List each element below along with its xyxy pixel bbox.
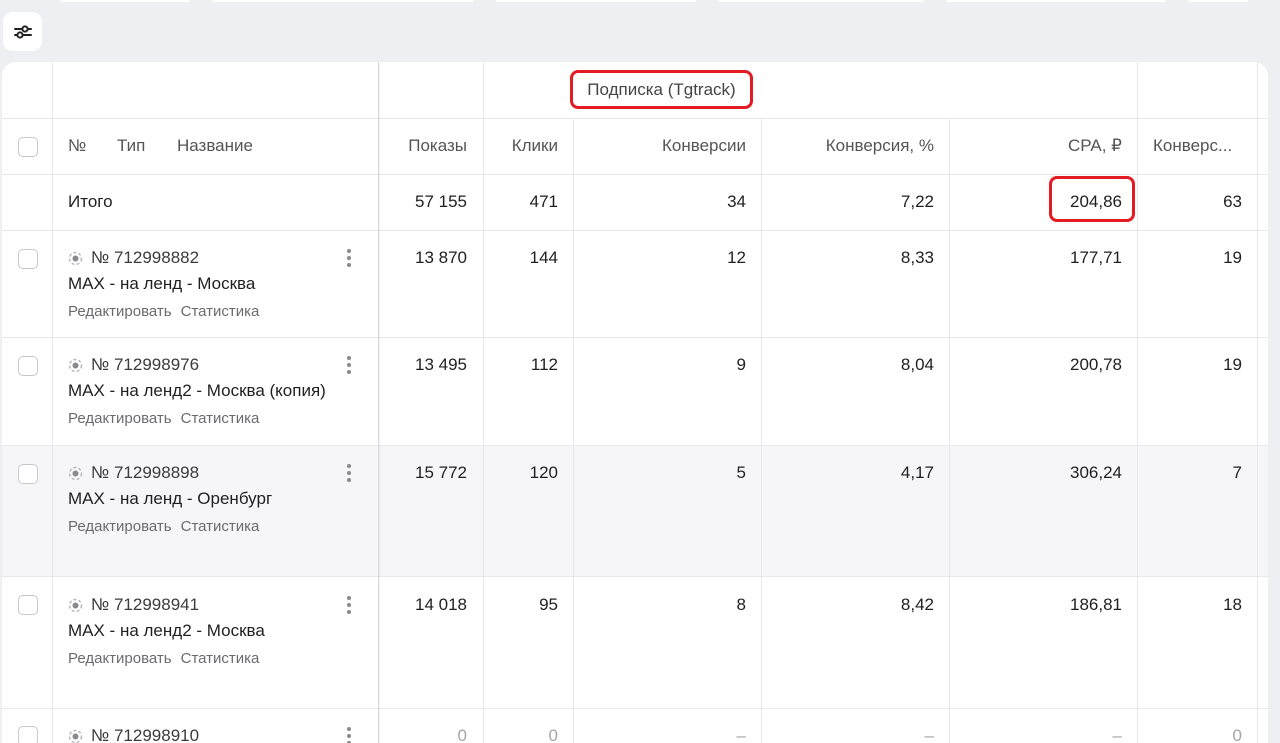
- cpa-highlight-box: [1049, 176, 1135, 222]
- campaign-type-icon: [68, 729, 83, 743]
- column-header-shows[interactable]: Показы: [384, 136, 467, 156]
- row-checkbox[interactable]: [18, 249, 38, 269]
- conversions-cell: –: [736, 726, 746, 743]
- shows-cell: 15 772: [415, 463, 467, 482]
- campaign-id[interactable]: № 712998941: [68, 595, 199, 615]
- campaign-id[interactable]: № 712998910: [68, 726, 199, 743]
- total-conversions: 34: [727, 192, 746, 211]
- conversion-rate-cell: 4,17: [900, 463, 934, 482]
- campaign-type-icon: [68, 358, 83, 372]
- campaign-name[interactable]: MAX - на ленд2 - Москва (копия): [68, 381, 326, 401]
- campaign-id[interactable]: № 712998898: [68, 463, 199, 483]
- column-header-number[interactable]: №: [68, 136, 86, 156]
- campaigns-table: Подписка (Tgtrack) № Тип Название Показы…: [2, 62, 1268, 743]
- campaign-type-icon: [68, 466, 83, 480]
- conversions-extra-cell: 7: [1232, 463, 1242, 482]
- shows-cell: 0: [457, 726, 467, 743]
- statistics-link[interactable]: Статистика: [181, 303, 260, 320]
- edit-link[interactable]: Редактировать: [68, 650, 172, 667]
- cpa-cell: 186,81: [1070, 595, 1122, 614]
- conversions-cell: 5: [736, 463, 746, 482]
- total-clicks: 471: [529, 192, 558, 211]
- campaign-actions: Редактировать Статистика: [68, 650, 259, 667]
- conversion-rate-cell: –: [924, 726, 934, 743]
- shows-cell: 13 495: [415, 355, 467, 374]
- statistics-link[interactable]: Статистика: [181, 650, 260, 667]
- row-menu-icon[interactable]: [342, 247, 356, 269]
- clicks-cell: 120: [529, 463, 558, 482]
- conversions-extra-cell: 18: [1223, 595, 1242, 614]
- shows-cell: 14 018: [415, 595, 467, 614]
- conversion-rate-cell: 8,33: [900, 248, 934, 267]
- conversion-rate-cell: 8,42: [900, 595, 934, 614]
- edit-link[interactable]: Редактировать: [68, 303, 172, 320]
- total-conversion-rate: 7,22: [900, 192, 934, 211]
- total-shows: 57 155: [415, 192, 467, 211]
- column-header-type[interactable]: Тип: [117, 136, 145, 156]
- clicks-cell: 112: [530, 355, 558, 374]
- select-all-checkbox[interactable]: [18, 137, 38, 157]
- conversions-cell: 9: [736, 355, 746, 374]
- cpa-cell: 177,71: [1070, 248, 1122, 267]
- row-menu-icon[interactable]: [342, 354, 356, 376]
- column-header-clicks[interactable]: Клики: [488, 136, 558, 156]
- cpa-cell: 200,78: [1070, 355, 1122, 374]
- row-checkbox[interactable]: [18, 726, 38, 743]
- row-checkbox[interactable]: [18, 356, 38, 376]
- conversions-extra-cell: 0: [1232, 726, 1242, 743]
- clicks-cell: 0: [548, 726, 558, 743]
- statistics-link[interactable]: Статистика: [181, 518, 260, 535]
- column-header-cpa[interactable]: CPA, ₽: [954, 136, 1122, 156]
- campaign-actions: Редактировать Статистика: [68, 410, 259, 427]
- column-header-conversions[interactable]: Конверсии: [578, 136, 746, 156]
- conversions-cell: 8: [736, 595, 746, 614]
- campaign-name[interactable]: MAX - на ленд - Москва: [68, 274, 255, 294]
- cpa-cell: –: [1112, 726, 1122, 743]
- campaign-id[interactable]: № 712998976: [68, 355, 199, 375]
- total-row-label: Итого: [68, 192, 113, 211]
- top-filter-strip: [0, 0, 1280, 6]
- row-menu-icon[interactable]: [342, 462, 356, 484]
- column-header-conversions-truncated[interactable]: Конверс...: [1153, 136, 1232, 156]
- shows-cell: 13 870: [415, 248, 467, 267]
- column-settings-button[interactable]: [3, 12, 42, 51]
- campaign-name[interactable]: MAX - на ленд2 - Москва: [68, 621, 265, 641]
- row-checkbox[interactable]: [18, 595, 38, 615]
- clicks-cell: 95: [539, 595, 558, 614]
- campaign-actions: Редактировать Статистика: [68, 518, 259, 535]
- total-conversions-extra: 63: [1223, 192, 1242, 211]
- campaign-id[interactable]: № 712998882: [68, 248, 199, 268]
- row-menu-icon[interactable]: [342, 725, 356, 743]
- cpa-cell: 306,24: [1070, 463, 1122, 482]
- column-header-name[interactable]: Название: [177, 136, 253, 156]
- conversion-goal-group-header: Подписка (Tgtrack): [570, 70, 753, 109]
- campaign-actions: Редактировать Статистика: [68, 303, 259, 320]
- clicks-cell: 144: [529, 248, 558, 267]
- conversions-extra-cell: 19: [1223, 355, 1242, 374]
- statistics-link[interactable]: Статистика: [181, 410, 260, 427]
- campaign-type-icon: [68, 251, 83, 265]
- sliders-icon: [13, 24, 32, 39]
- conversions-cell: 12: [727, 248, 746, 267]
- row-menu-icon[interactable]: [342, 594, 356, 616]
- conversion-rate-cell: 8,04: [900, 355, 934, 374]
- conversions-extra-cell: 19: [1223, 248, 1242, 267]
- edit-link[interactable]: Редактировать: [68, 518, 172, 535]
- campaign-type-icon: [68, 598, 83, 612]
- row-checkbox[interactable]: [18, 464, 38, 484]
- campaign-name[interactable]: MAX - на ленд - Оренбург: [68, 489, 272, 509]
- column-header-conversion-rate[interactable]: Конверсия, %: [766, 136, 934, 156]
- edit-link[interactable]: Редактировать: [68, 410, 172, 427]
